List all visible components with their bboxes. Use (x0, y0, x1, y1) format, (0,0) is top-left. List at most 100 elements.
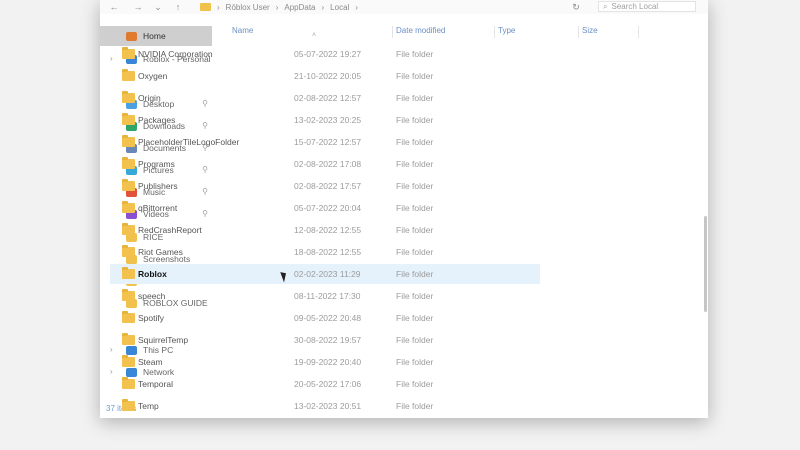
file-date-modified: 13-02-2023 20:25 (294, 115, 362, 125)
folder-icon (122, 201, 135, 213)
file-date-modified: 02-08-2022 17:08 (294, 159, 362, 169)
folder-icon (122, 135, 135, 147)
file-date-modified: 30-08-2022 19:57 (294, 335, 362, 345)
file-name: Publishers (138, 181, 178, 191)
file-name: Spotify (138, 313, 164, 323)
sidebar-item[interactable]: Home (100, 26, 212, 46)
address-bar: ← → ⌄ ↑ › Rōblox User › AppData › Local … (100, 0, 708, 15)
file-type: File folder (396, 357, 434, 367)
file-name: Oxygen (138, 71, 168, 81)
file-date-modified: 15-07-2022 12:57 (294, 137, 362, 147)
vertical-scrollbar[interactable] (704, 216, 707, 312)
file-type: File folder (396, 291, 434, 301)
file-row[interactable]: PlaceholderTileLogoFolder 15-07-2022 12:5… (110, 132, 540, 152)
folder-icon (122, 289, 135, 301)
file-date-modified: 12-08-2022 12:55 (294, 225, 362, 235)
file-name: RedCrashReport (138, 225, 202, 235)
file-date-modified: 05-07-2022 19:27 (294, 49, 362, 59)
folder-icon (122, 333, 135, 345)
file-name: Origin (138, 93, 161, 103)
file-type: File folder (396, 159, 434, 169)
file-type: File folder (396, 181, 434, 191)
file-row[interactable]: speech 08-11-2022 17:30 File folder (110, 286, 540, 306)
file-type: File folder (396, 49, 434, 59)
folder-icon (122, 223, 135, 235)
file-name: Temp (138, 401, 159, 411)
column-type[interactable]: Type (498, 26, 515, 35)
file-row[interactable]: Steam 19-09-2022 20:40 File folder (110, 352, 540, 372)
file-row[interactable]: qBittorrent 05-07-2022 20:04 File folder (110, 198, 540, 218)
folder-icon (122, 311, 135, 323)
folder-icon (122, 377, 135, 389)
search-placeholder: Search Local (611, 2, 659, 11)
file-type: File folder (396, 247, 434, 257)
file-name: Packages (138, 115, 176, 125)
folder-icon (122, 47, 135, 59)
file-row[interactable]: Temp 13-02-2023 20:51 File folder (110, 396, 540, 416)
folder-icon (122, 399, 135, 411)
column-date-modified[interactable]: Date modified (396, 26, 445, 35)
sidebar-item-label: Home (143, 31, 166, 41)
file-date-modified: 02-08-2022 12:57 (294, 93, 362, 103)
file-row[interactable]: Riot Games 18-08-2022 12:55 File folder (110, 242, 540, 262)
folder-icon (122, 113, 135, 125)
file-name: Programs (138, 159, 175, 169)
file-row[interactable]: NVIDIA Corporation 05-07-2022 19:27 File f… (110, 44, 540, 64)
file-name: Steam (138, 357, 163, 367)
file-row[interactable]: Origin 02-08-2022 12:57 File folder (110, 88, 540, 108)
file-type: File folder (396, 313, 434, 323)
folder-icon (122, 157, 135, 169)
folder-icon (122, 179, 135, 191)
file-date-modified: 21-10-2022 20:05 (294, 71, 362, 81)
file-name: SquirrelTemp (138, 335, 189, 345)
file-type: File folder (396, 335, 434, 345)
file-row[interactable]: Publishers 02-08-2022 17:57 File folder (110, 176, 540, 196)
file-row[interactable]: Spotify 09-05-2022 20:48 File folder (110, 308, 540, 328)
file-date-modified: 09-05-2022 20:48 (294, 313, 362, 323)
file-row[interactable]: Temporal 20-05-2022 17:06 File folder (110, 374, 540, 394)
file-name: Roblox (138, 269, 167, 279)
breadcrumb-item[interactable]: Local (330, 3, 349, 12)
file-name: qBittorrent (138, 203, 178, 213)
home-icon (126, 31, 137, 41)
sort-caret-icon: ˄ (312, 32, 317, 39)
refresh-icon[interactable]: ↻ (570, 1, 582, 13)
file-type: File folder (396, 401, 434, 411)
file-date-modified: 13-02-2023 20:51 (294, 401, 362, 411)
folder-icon (122, 267, 135, 279)
file-row[interactable]: Packages 13-02-2023 20:25 File folder (110, 110, 540, 130)
column-header: Name Date modified Type Size ˄ (212, 24, 642, 39)
recent-locations-icon[interactable]: ⌄ (152, 1, 164, 13)
search-input[interactable]: ⌕ Search Local (598, 1, 696, 12)
file-date-modified: 19-09-2022 20:40 (294, 357, 362, 367)
folder-icon (122, 91, 135, 103)
forward-arrow-icon[interactable]: → (132, 1, 144, 13)
file-row[interactable]: Roblox 02-02-2023 11:29 File folder (110, 264, 540, 284)
file-name: NVIDIA Corporation (138, 49, 213, 59)
back-arrow-icon[interactable]: ← (108, 1, 120, 13)
file-date-modified: 08-11-2022 17:30 (294, 291, 361, 301)
breadcrumb-item[interactable]: AppData (284, 3, 315, 12)
file-row[interactable]: SquirrelTemp 30-08-2022 19:57 File folder (110, 330, 540, 350)
file-type: File folder (396, 137, 434, 147)
folder-icon (200, 3, 211, 11)
file-date-modified: 20-05-2022 17:06 (294, 379, 362, 389)
file-row[interactable]: RedCrashReport 12-08-2022 12:55 File folde… (110, 220, 540, 240)
folder-icon (122, 245, 135, 257)
file-row[interactable]: Programs 02-08-2022 17:08 File folder (110, 154, 540, 174)
column-name[interactable]: Name (232, 26, 253, 35)
file-type: File folder (396, 225, 434, 235)
folder-icon (122, 69, 135, 81)
file-type: File folder (396, 203, 434, 213)
file-name: speech (138, 291, 166, 301)
file-date-modified: 05-07-2022 20:04 (294, 203, 362, 213)
file-name: Temporal (138, 379, 173, 389)
breadcrumb[interactable]: › Rōblox User › AppData › Local › (200, 2, 358, 12)
breadcrumb-item[interactable]: Rōblox User (226, 3, 270, 12)
file-name: Riot Games (138, 247, 183, 257)
up-arrow-icon[interactable]: ↑ (172, 1, 184, 13)
search-icon: ⌕ (603, 1, 608, 11)
file-type: File folder (396, 379, 434, 389)
file-row[interactable]: Oxygen 21-10-2022 20:05 File folder (110, 66, 540, 86)
column-size[interactable]: Size (582, 26, 598, 35)
